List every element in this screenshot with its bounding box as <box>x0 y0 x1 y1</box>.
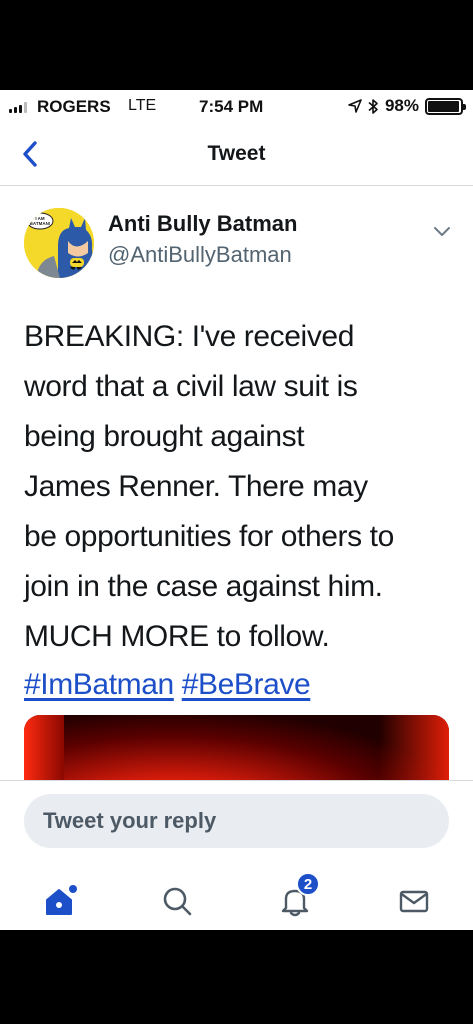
tweet-text-line: being brought against <box>24 420 305 453</box>
tab-home[interactable] <box>40 881 80 921</box>
page-title: Tweet <box>207 142 266 165</box>
network-label: LTE <box>128 97 157 114</box>
hashtag-link[interactable]: #ImBatman <box>24 668 174 701</box>
location-arrow-icon <box>348 99 362 113</box>
tweet-text-line: word that a civil law suit is <box>24 370 358 403</box>
author-handle[interactable]: @AntiBullyBatman <box>108 242 292 268</box>
messages-icon <box>399 890 429 913</box>
status-bar: ROGERS LTE 7:54 PM 98% <box>0 90 473 124</box>
search-icon <box>163 887 192 916</box>
tweet-text-line: join in the case against him. <box>24 570 383 603</box>
status-right: 98% <box>348 96 466 116</box>
tweet-screen: ROGERS LTE 7:54 PM 98% Tweet I AM BATMAN… <box>0 90 473 930</box>
tab-notifications[interactable]: 2 <box>275 872 320 921</box>
tweet-text-line: be opportunities for others to <box>24 520 394 553</box>
reply-input[interactable]: Tweet your reply <box>24 794 449 848</box>
home-icon <box>46 885 77 915</box>
tab-search[interactable] <box>157 881 197 921</box>
notification-badge: 2 <box>296 872 320 896</box>
signal-icon <box>9 102 27 113</box>
tweet-text-line: MUCH MORE to follow. <box>24 620 330 653</box>
tab-messages[interactable] <box>394 881 434 921</box>
avatar[interactable]: I AM BATMAN! <box>24 208 94 278</box>
tweet-text: BREAKING: I've received word that a civi… <box>24 312 464 662</box>
bluetooth-icon <box>368 98 378 114</box>
status-time: 7:54 PM <box>199 97 264 116</box>
battery-percent: 98% <box>384 96 419 115</box>
chevron-down-icon <box>434 226 450 236</box>
svg-text:BATMAN!: BATMAN! <box>30 221 51 226</box>
reply-and-tab-bar: Tweet your reply 2 <box>0 780 473 930</box>
author-name[interactable]: Anti Bully Batman <box>108 211 297 237</box>
reply-placeholder: Tweet your reply <box>43 808 217 833</box>
hashtag-link[interactable]: #BeBrave <box>182 668 311 701</box>
hashtags: #ImBatman #BeBrave <box>24 660 311 710</box>
batman-avatar-image: I AM BATMAN! <box>24 208 94 278</box>
tweet-text-line: James Renner. There may <box>24 470 368 503</box>
carrier-label: ROGERS <box>37 97 111 116</box>
battery-icon <box>425 97 466 115</box>
tweet-text-line: BREAKING: I've received <box>24 320 354 353</box>
nav-bar: Tweet <box>0 124 473 186</box>
tweet-options-button[interactable] <box>429 218 455 244</box>
